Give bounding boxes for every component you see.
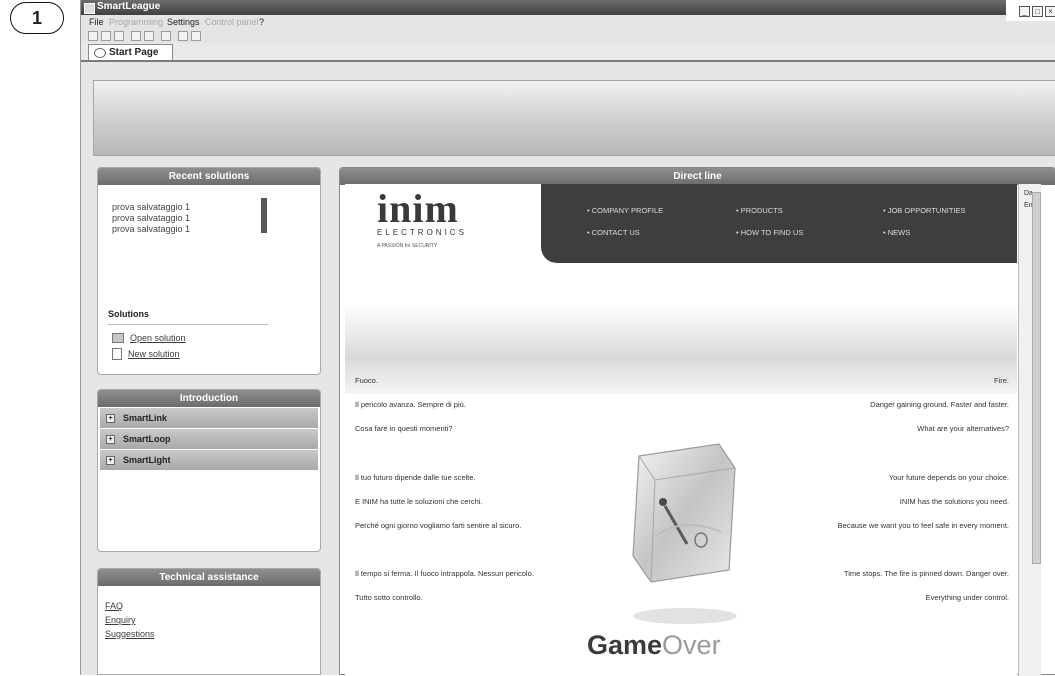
recent-solutions-panel: Recent solutions prova salvataggio 1 pro…: [97, 167, 321, 375]
gameover-over: Over: [662, 630, 721, 660]
technical-assistance-panel: Technical assistance FAQ Enquiry Suggest…: [97, 568, 321, 675]
header-banner: [93, 80, 1055, 156]
open-solution-link[interactable]: Open solution: [130, 333, 186, 343]
left-copy-line: Tutto sotto controllo.: [355, 593, 423, 602]
left-copy-line: E INIM ha tutte le soluzioni che cerchi.: [355, 497, 483, 506]
nav-news[interactable]: • NEWS: [883, 228, 910, 237]
app-icon: [84, 3, 95, 14]
web-view-scrollbar[interactable]: Da En: [1018, 184, 1041, 676]
right-copy-line: Time stops. The fire is pinned down. Dan…: [843, 569, 1009, 578]
introduction-panel: Introduction + SmartLink + SmartLoop + Smar…: [97, 389, 321, 552]
right-copy-line: Everything under control.: [925, 593, 1009, 602]
ice-cube-image: [632, 443, 737, 624]
nav-contact-us[interactable]: • CONTACT US: [587, 228, 640, 237]
tab-start-page[interactable]: Start Page: [88, 44, 173, 60]
hero-gradient: [345, 304, 1017, 394]
left-copy-line: Perché ogni giorno vogliamo farti sentir…: [355, 521, 522, 530]
right-copy-line: INIM has the solutions you need.: [899, 497, 1009, 506]
window-controls: _ □ ×: [1006, 0, 1055, 21]
right-copy-line: What are your alternatives?: [917, 424, 1009, 433]
introduction-title: Introduction: [98, 390, 320, 407]
intro-item-smartloop[interactable]: + SmartLoop: [100, 429, 318, 449]
menu-file[interactable]: File: [89, 17, 104, 27]
web-view[interactable]: inim ELECTRONICS A PASSION for SECURITY …: [345, 184, 1017, 676]
technical-assistance-title: Technical assistance: [98, 569, 320, 586]
app-window: SmartLeague _ □ × File Programming Setti…: [80, 0, 1055, 676]
scroll-thumb[interactable]: [1032, 192, 1041, 564]
recent-solutions-title: Recent solutions: [98, 168, 320, 185]
menu-control-panel[interactable]: Control panel: [205, 17, 259, 27]
menu-bar: File Programming Settings Control panel …: [81, 15, 1006, 29]
left-copy-line: Il tempo si ferma. Il fuoco intrappola. …: [355, 569, 534, 578]
right-copy-line: Your future depends on your choice.: [888, 473, 1009, 482]
logo-sub: ELECTRONICS: [377, 228, 467, 237]
menu-programming[interactable]: Programming: [109, 17, 163, 27]
read-icon[interactable]: [131, 31, 141, 41]
new-icon[interactable]: [88, 31, 98, 41]
callout-1: 1: [10, 2, 64, 34]
recent-item[interactable]: prova salvataggio 1: [112, 213, 190, 224]
new-document-icon: [112, 348, 122, 360]
gameover-game: Game: [587, 630, 663, 660]
recent-item[interactable]: prova salvataggio 1: [112, 224, 190, 235]
nav-how-to-find-us[interactable]: • HOW TO FIND US: [736, 228, 803, 237]
logo-text: inim: [377, 186, 459, 231]
right-copy-line: Fire.: [994, 376, 1009, 385]
recent-item[interactable]: prova salvataggio 1: [112, 202, 190, 213]
gameover-logo: GameOver: [587, 630, 721, 661]
save-icon[interactable]: [114, 31, 124, 41]
new-solution-link[interactable]: New solution: [128, 349, 180, 359]
suggestions-link[interactable]: Suggestions: [105, 627, 155, 641]
logo-tagline: A PASSION for SECURITY: [377, 243, 438, 249]
expand-icon: +: [106, 413, 115, 423]
left-copy-line: Il tuo futuro dipende dalle tue scelte.: [355, 473, 476, 482]
site-nav: • COMPANY PROFILE • PRODUCTS • JOB OPPOR…: [541, 184, 1017, 263]
close-button[interactable]: ×: [1045, 6, 1055, 17]
folder-icon: [112, 333, 124, 343]
toolbar: [81, 29, 1006, 43]
cut-icon[interactable]: [178, 31, 188, 41]
write-icon[interactable]: [144, 31, 154, 41]
home-icon: [94, 47, 106, 58]
nav-company-profile[interactable]: • COMPANY PROFILE: [587, 206, 663, 215]
enquiry-link[interactable]: Enquiry: [105, 613, 155, 627]
left-copy-line: Il pericolo avanza. Sempre di più.: [355, 400, 466, 409]
app-title: SmartLeague: [97, 1, 161, 12]
tab-label: Start Page: [109, 47, 159, 58]
expand-icon: +: [106, 455, 115, 465]
print-icon[interactable]: [161, 31, 171, 41]
maximize-button[interactable]: □: [1032, 6, 1043, 17]
left-copy-line: Cosa fare in questi momenti?: [355, 424, 453, 433]
open-icon[interactable]: [101, 31, 111, 41]
intro-label: SmartLight: [123, 455, 171, 465]
title-bar: SmartLeague: [81, 0, 1055, 15]
nav-job-opportunities[interactable]: • JOB OPPORTUNITIES: [883, 206, 966, 215]
menu-settings[interactable]: Settings: [167, 17, 200, 27]
tab-strip: Start Page: [81, 43, 1055, 62]
menu-help[interactable]: ?: [259, 17, 264, 27]
inim-logo[interactable]: inim ELECTRONICS A PASSION for SECURITY: [377, 186, 497, 250]
right-copy-line: Because we want you to feel safe in ever…: [837, 521, 1009, 530]
direct-line-title: Direct line: [340, 168, 1055, 185]
left-copy-line: Fuoco.: [355, 376, 378, 385]
expand-icon: +: [106, 434, 115, 444]
minimize-button[interactable]: _: [1019, 6, 1030, 17]
direct-line-panel: Direct line inim ELECTRONICS A PASSION f…: [339, 167, 1055, 676]
intro-label: SmartLink: [123, 413, 168, 423]
solutions-divider: [108, 324, 268, 325]
intro-item-smartlink[interactable]: + SmartLink: [100, 408, 318, 428]
solutions-heading: Solutions: [108, 309, 149, 319]
intro-item-smartlight[interactable]: + SmartLight: [100, 450, 318, 470]
intro-label: SmartLoop: [123, 434, 171, 444]
recent-scrollbar[interactable]: [261, 198, 267, 233]
faq-link[interactable]: FAQ: [105, 599, 155, 613]
copy-icon[interactable]: [191, 31, 201, 41]
right-copy-line: Danger gaining ground. Faster and faster…: [870, 400, 1009, 409]
nav-products[interactable]: • PRODUCTS: [736, 206, 783, 215]
